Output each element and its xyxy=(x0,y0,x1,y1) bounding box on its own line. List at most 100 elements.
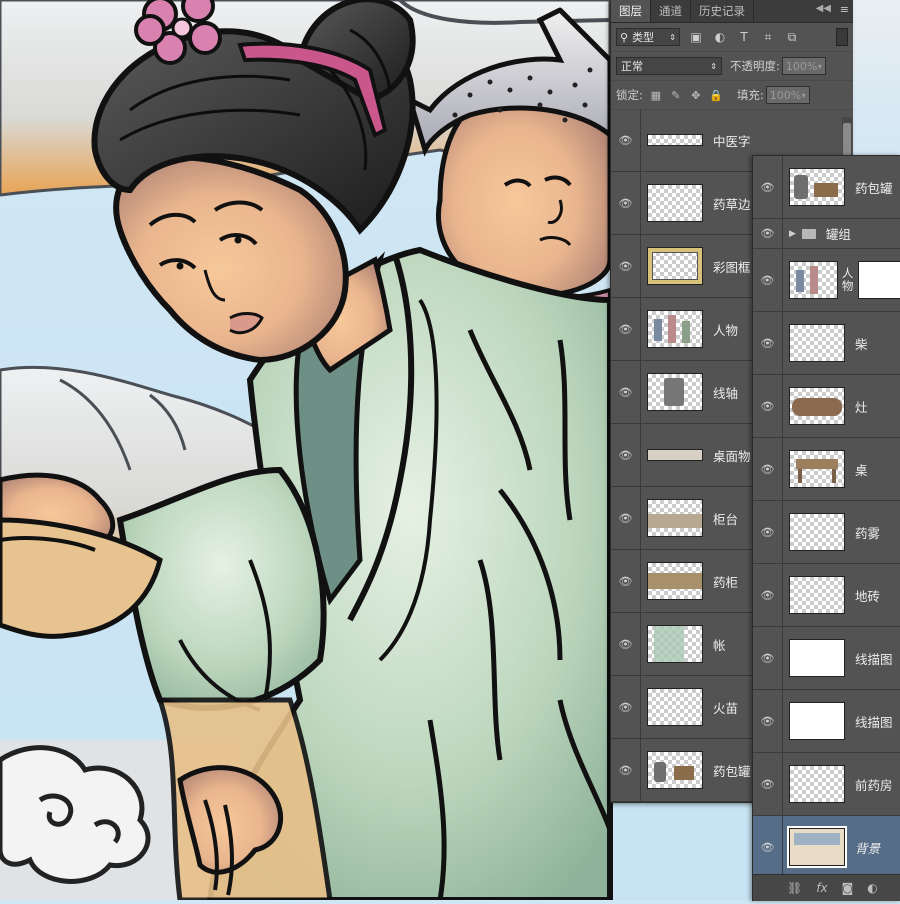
layer-name: 灶 xyxy=(855,399,868,415)
shape-filter-icon[interactable]: ⌗ xyxy=(760,29,776,45)
layer-row[interactable]: 👁 线描图 xyxy=(753,690,900,753)
layer-thumbnail xyxy=(789,702,845,740)
lock-position-icon[interactable]: ✥ xyxy=(689,88,703,102)
add-mask-icon[interactable]: ◙ xyxy=(842,881,854,895)
layer-row[interactable]: 👁 线描图 xyxy=(753,627,900,690)
filter-toggle[interactable] xyxy=(836,28,848,46)
tab-layers[interactable]: 图层 xyxy=(611,0,651,22)
opacity-value: 100% xyxy=(785,59,818,73)
chevron-updown-icon: ⇕ xyxy=(710,61,717,71)
layer-mask-thumbnail[interactable] xyxy=(857,261,900,299)
layer-name: 彩图框 xyxy=(713,259,751,275)
fill-field[interactable]: 100% ▾ xyxy=(765,86,810,104)
layer-name: 中医字 xyxy=(713,133,751,149)
link-layers-icon[interactable]: ⛓ xyxy=(787,881,802,895)
blend-mode-select[interactable]: 正常 ⇕ xyxy=(616,57,722,75)
blend-mode-value: 正常 xyxy=(621,60,643,73)
layer-row-selected[interactable]: 👁 背景 xyxy=(753,816,900,879)
lock-fill-row: 锁定: ▦ ✎ ✥ 🔒 填充: 100% ▾ xyxy=(611,81,853,110)
eye-icon[interactable]: 👁 xyxy=(611,424,641,486)
eye-icon[interactable]: 👁 xyxy=(753,816,783,878)
layer-thumbnail xyxy=(647,751,703,789)
layer-row[interactable]: 👁 前药房 xyxy=(753,753,900,816)
layer-row[interactable]: 👁 灶 xyxy=(753,375,900,438)
layer-thumbnail xyxy=(647,184,703,222)
chevron-updown-icon: ⇕ xyxy=(669,32,676,42)
layer-thumbnail xyxy=(789,450,845,488)
smart-object-filter-icon[interactable]: ⧉ xyxy=(784,29,800,45)
adjustment-layer-icon[interactable]: ◐ xyxy=(867,881,877,895)
layer-row[interactable]: 👁 药包罐 xyxy=(753,156,900,219)
layer-name: 药草边 xyxy=(713,196,751,212)
layer-group-row[interactable]: 👁 ▶ 罐组 xyxy=(753,219,900,249)
eye-icon[interactable]: 👁 xyxy=(753,219,783,248)
layer-filter-select[interactable]: ⚲ 类型 ⇕ xyxy=(616,28,680,46)
eye-icon[interactable]: 👁 xyxy=(611,109,641,171)
lock-all-icon[interactable]: 🔒 xyxy=(709,88,723,102)
panel-menu-icon[interactable]: ≡ xyxy=(840,3,849,16)
eye-icon[interactable]: 👁 xyxy=(611,361,641,423)
layer-name: 药包罐 xyxy=(713,763,751,779)
eye-icon[interactable]: 👁 xyxy=(611,235,641,297)
tab-channels[interactable]: 通道 xyxy=(651,0,691,22)
eye-icon[interactable]: 👁 xyxy=(753,627,783,689)
eye-icon[interactable]: 👁 xyxy=(611,172,641,234)
layer-thumbnail xyxy=(789,639,845,677)
lock-transparent-icon[interactable]: ▦ xyxy=(649,88,663,102)
layer-row[interactable]: 👁 药雾 xyxy=(753,501,900,564)
layer-thumbnail xyxy=(789,387,845,425)
eye-icon[interactable]: 👁 xyxy=(611,298,641,360)
layer-thumbnail xyxy=(647,562,703,600)
layer-name: 人物 xyxy=(841,266,854,293)
chevron-down-icon: ▾ xyxy=(817,61,822,71)
fx-icon[interactable]: fx xyxy=(816,881,827,895)
eye-icon[interactable]: 👁 xyxy=(753,312,783,374)
image-filter-icon[interactable]: ▣ xyxy=(688,29,704,45)
layer-row[interactable]: 👁 柴 xyxy=(753,312,900,375)
eye-icon[interactable]: 👁 xyxy=(611,739,641,801)
adjustment-filter-icon[interactable]: ◐ xyxy=(712,29,728,45)
layer-row[interactable]: 👁 桌 xyxy=(753,438,900,501)
eye-icon[interactable]: 👁 xyxy=(753,375,783,437)
collapse-icon[interactable]: ◀◀ xyxy=(816,3,831,14)
folder-icon xyxy=(801,228,816,239)
fill-value: 100% xyxy=(769,88,802,102)
layer-thumbnail xyxy=(789,576,845,614)
type-filter-icon[interactable]: T xyxy=(736,29,752,45)
eye-icon[interactable]: 👁 xyxy=(753,753,783,815)
layer-row[interactable]: 👁 人物 xyxy=(753,249,900,312)
layer-name: 人物 xyxy=(713,322,739,338)
eye-icon[interactable]: 👁 xyxy=(753,249,783,311)
expand-triangle-icon[interactable]: ▶ xyxy=(789,229,796,239)
eye-icon[interactable]: 👁 xyxy=(753,438,783,500)
eye-icon[interactable]: 👁 xyxy=(753,156,783,218)
layer-name: 线轴 xyxy=(713,385,739,401)
lock-label: 锁定: xyxy=(616,88,643,102)
eye-icon[interactable]: 👁 xyxy=(753,690,783,752)
layer-name: 地砖 xyxy=(855,588,881,604)
eye-icon[interactable]: 👁 xyxy=(611,550,641,612)
layer-thumbnail xyxy=(647,625,703,663)
search-icon: ⚲ xyxy=(620,30,629,44)
opacity-label: 不透明度: xyxy=(730,59,780,73)
layer-name: 桌面物 xyxy=(713,448,751,464)
layer-row[interactable]: 👁 地砖 xyxy=(753,564,900,627)
layer-thumbnail xyxy=(789,513,845,551)
layer-list-secondary: 👁 药包罐 👁 ▶ 罐组 👁 人物 👁 柴 👁 灶 👁 桌 👁 药雾 👁 地砖 … xyxy=(753,156,900,879)
layer-thumbnail xyxy=(647,247,703,285)
layer-name: 帐 xyxy=(713,637,726,653)
eye-icon[interactable]: 👁 xyxy=(611,676,641,738)
eye-icon[interactable]: 👁 xyxy=(753,564,783,626)
fill-label: 填充: xyxy=(736,88,764,102)
eye-icon[interactable]: 👁 xyxy=(611,487,641,549)
tab-history[interactable]: 历史记录 xyxy=(691,0,754,22)
lock-paint-icon[interactable]: ✎ xyxy=(669,88,683,102)
eye-icon[interactable]: 👁 xyxy=(753,501,783,563)
layers-bottom-toolbar: ⛓ fx ◙ ◐ xyxy=(753,874,900,901)
eye-icon[interactable]: 👁 xyxy=(611,613,641,675)
opacity-field[interactable]: 100% ▾ xyxy=(781,57,826,75)
layer-name: 线描图 xyxy=(855,714,893,730)
layer-name: 线描图 xyxy=(855,651,893,667)
layer-name: 火苗 xyxy=(713,700,739,716)
layer-thumbnail xyxy=(789,765,845,803)
